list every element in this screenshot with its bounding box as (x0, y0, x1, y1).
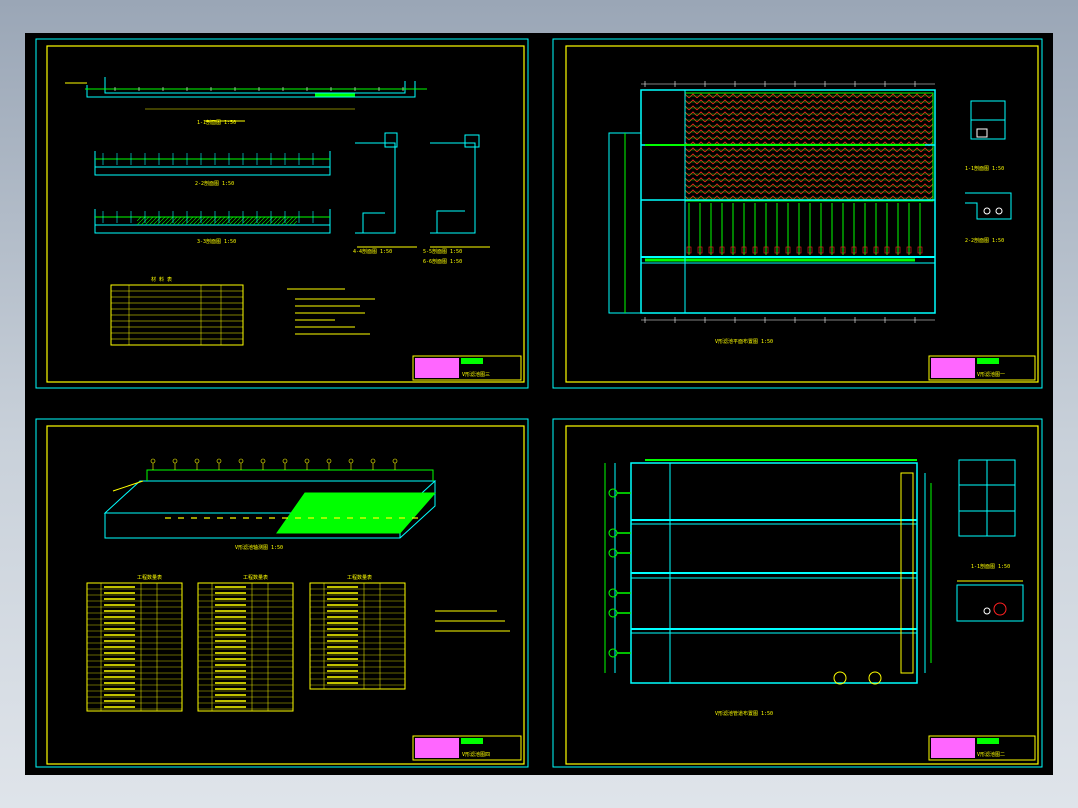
drawing-canvas: 1-1剖面图 1:50 2-2剖面图 1:50 3-3剖面图 1:50 4-4剖… (25, 33, 1053, 775)
sheet-top-right (552, 38, 1043, 389)
title-block-top-left: V形滤池图三 (412, 355, 522, 381)
label-tl-table: 材 料 表 (151, 276, 172, 283)
cad-viewport: 1-1剖面图 1:50 2-2剖面图 1:50 3-3剖面图 1:50 4-4剖… (0, 0, 1078, 808)
valve (608, 488, 618, 498)
valve (608, 648, 618, 658)
sump-pit (833, 671, 847, 685)
pipe-plan (604, 459, 932, 684)
label-tl-view-5: 6-6剖面图 1:50 (423, 258, 462, 265)
label-bl-table-1: 工程数量表 (243, 574, 268, 581)
valves-br (608, 488, 882, 685)
title-blocks: V形滤池图三 V形滤池图一 V形滤池图四 V形滤池图二 (412, 355, 1036, 761)
valve-handwheel (260, 458, 266, 464)
title-block-bottom-left: V形滤池图四 (412, 735, 522, 761)
notes-bottom-left (435, 610, 510, 632)
valve-handwheel (282, 458, 288, 464)
isometric-view (103, 469, 437, 539)
title-block-bottom-right: V形滤池图二 (928, 735, 1036, 761)
notes (287, 288, 375, 335)
rebar-ticks-top-left (102, 87, 404, 223)
valve-handwheel (150, 458, 156, 464)
valve (608, 608, 618, 618)
label-tl-view-2: 3-3剖面图 1:50 (197, 238, 236, 245)
label-tr-view-0: V形滤池平面布置图 1:50 (715, 338, 773, 345)
valve (608, 528, 618, 538)
detail-sections-br (956, 459, 1024, 622)
underdrain-lines (686, 203, 923, 255)
label-tl-view-0: 1-1剖面图 1:50 (197, 119, 236, 126)
valve-handwheel (216, 458, 222, 464)
cad-drawing: 1-1剖面图 1:50 2-2剖面图 1:50 3-3剖面图 1:50 4-4剖… (35, 38, 1043, 768)
label-bl-view-0: V形滤池轴测图 1:50 (235, 544, 283, 551)
sheet-bottom-left (35, 418, 529, 768)
label-tl-view-4: 5-5剖面图 1:50 (423, 248, 462, 255)
long-section (65, 77, 427, 122)
valve-handwheel (348, 458, 354, 464)
sump-pit (868, 671, 882, 685)
cross-sections (94, 132, 490, 248)
sheet-bottom-right (552, 418, 1043, 768)
label-tr-view-2: 2-2剖面图 1:50 (965, 237, 1004, 244)
detail-sections-tr (965, 100, 1012, 220)
filter-plan (608, 89, 936, 314)
valve-handwheel (370, 458, 376, 464)
valve (608, 588, 618, 598)
label-bl-table-2: 工程数量表 (347, 574, 372, 581)
label-tl-view-1: 2-2剖面图 1:50 (195, 180, 234, 187)
valve (608, 548, 618, 558)
title-block-label-tr: V形滤池图一 (977, 371, 1005, 378)
valve-handwheel (304, 458, 310, 464)
title-block-label-br: V形滤池图二 (977, 751, 1005, 758)
title-block-label-bl: V形滤池图四 (462, 751, 490, 758)
valve-handwheel (172, 458, 178, 464)
material-table (110, 284, 244, 346)
label-br-view-1: 1-1剖面图 1:50 (971, 563, 1010, 570)
valve-handwheel (194, 458, 200, 464)
valve-handwheel (392, 458, 398, 464)
quantity-tables (86, 582, 406, 712)
label-br-view-0: V形滤池管道布置图 1:50 (715, 710, 773, 717)
valve-handwheel (326, 458, 332, 464)
label-tr-view-1: 1-1剖面图 1:50 (965, 165, 1004, 172)
sheet-top-left (35, 38, 529, 389)
title-block-top-right: V形滤池图一 (928, 355, 1036, 381)
valve-handwheel (238, 458, 244, 464)
title-block-label-tl: V形滤池图三 (462, 371, 490, 378)
label-bl-table-0: 工程数量表 (137, 574, 162, 581)
label-tl-view-3: 4-4剖面图 1:50 (353, 248, 392, 255)
